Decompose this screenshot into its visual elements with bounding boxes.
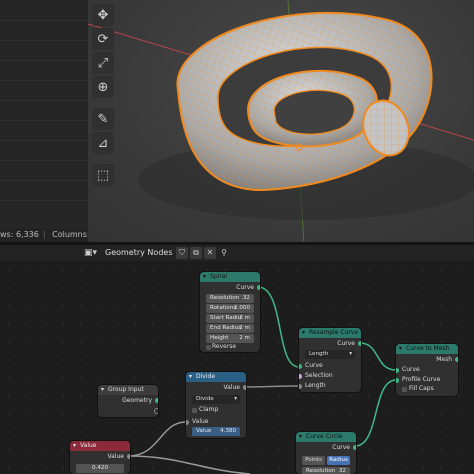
node-header[interactable]: Value: [70, 441, 130, 451]
end-radius-field[interactable]: End Radius 2 m: [206, 324, 254, 333]
node-header[interactable]: Divide: [186, 372, 246, 382]
curve-output-socket[interactable]: [257, 285, 260, 290]
group-input-node[interactable]: Group Input Geometry: [98, 385, 158, 417]
input-label: Selection: [305, 372, 333, 379]
value-input-socket[interactable]: [186, 420, 189, 425]
reverse-label: Reverse: [212, 343, 237, 350]
input-label: Value: [192, 418, 209, 425]
mesh-output-socket[interactable]: [455, 357, 458, 362]
points-mode-button[interactable]: Points: [302, 456, 325, 465]
input-label: Curve: [402, 366, 420, 373]
node-header[interactable]: Curve to Mesh: [396, 344, 458, 354]
node-header[interactable]: Group Input: [98, 385, 158, 395]
curve-circle-node[interactable]: Curve Circle Curve Points Radius Resolut…: [296, 432, 356, 474]
curve-input-socket[interactable]: [299, 364, 302, 369]
fill-caps-checkbox[interactable]: [402, 387, 407, 392]
value-field[interactable]: Value 4.380: [192, 427, 240, 436]
input-label: Profile Curve: [402, 376, 441, 383]
node-header[interactable]: Spiral: [200, 272, 260, 282]
geometry-output-socket[interactable]: [155, 398, 158, 403]
curve-input-socket[interactable]: [396, 368, 399, 373]
value-field[interactable]: 0.420: [76, 464, 124, 473]
clamp-label: Clamp: [199, 406, 219, 413]
radius-mode-button[interactable]: Radius: [327, 456, 350, 465]
clamp-checkbox[interactable]: [192, 408, 197, 413]
input-label: Curve: [305, 362, 323, 369]
start-radius-field[interactable]: Start Radiu 3 m: [206, 314, 254, 323]
input-label: Fill Caps: [409, 385, 434, 392]
output-label: Value: [223, 384, 240, 391]
curve-output-socket[interactable]: [353, 445, 356, 450]
value-node[interactable]: Value Value 0.420: [70, 441, 130, 474]
output-label: Curve: [236, 284, 254, 291]
selection-input-socket[interactable]: [299, 374, 302, 379]
height-field[interactable]: Height 2 m: [206, 334, 254, 343]
profile-curve-input-socket[interactable]: [396, 378, 399, 383]
output-label: Mesh: [436, 356, 452, 363]
value-output-socket[interactable]: [243, 385, 246, 390]
mode-dropdown[interactable]: Length ▾: [305, 350, 355, 359]
empty-output-socket[interactable]: [154, 408, 158, 414]
rotations-field[interactable]: Rotations 2.000: [206, 304, 254, 313]
input-label: Length: [305, 382, 326, 389]
curve-to-mesh-node[interactable]: Curve to Mesh Mesh Curve Profile Curve F…: [396, 344, 458, 396]
resample-curve-node[interactable]: Resample Curve Curve Length▾ Curve Selec…: [299, 328, 361, 392]
operation-dropdown[interactable]: Divide ▾: [192, 395, 240, 404]
value-output-socket[interactable]: [127, 454, 130, 459]
length-input-socket[interactable]: [299, 384, 302, 389]
output-label: Value: [107, 453, 124, 460]
divide-node[interactable]: Divide Value Divide▾ Clamp Value Value4.…: [186, 372, 246, 438]
spiral-node[interactable]: Spiral Curve Resolution32 Rotations2.000…: [200, 272, 260, 352]
node-header[interactable]: Resample Curve: [299, 328, 361, 338]
curve-output-socket[interactable]: [358, 341, 361, 346]
output-label: Curve: [332, 444, 350, 451]
output-label: Curve: [337, 340, 355, 347]
node-header[interactable]: Curve Circle: [296, 432, 356, 442]
resolution-field[interactable]: Resolution 32: [302, 467, 350, 474]
resolution-field[interactable]: Resolution 32: [206, 294, 254, 303]
output-label: Geometry: [122, 397, 152, 404]
reverse-checkbox[interactable]: [206, 345, 211, 350]
